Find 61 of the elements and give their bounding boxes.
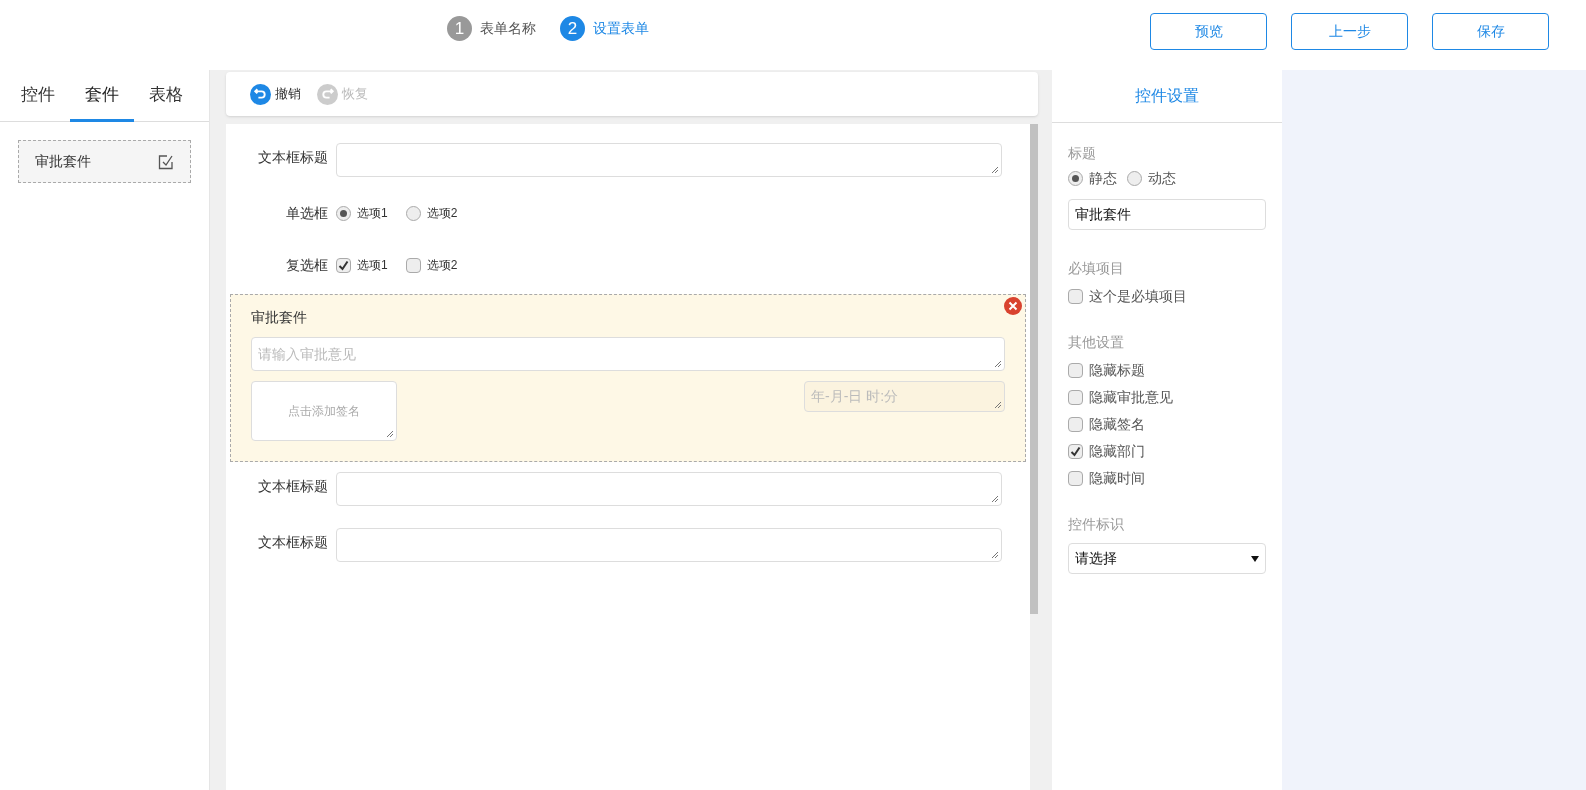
undo-button[interactable]: 撤销 bbox=[250, 83, 301, 105]
option-label: 隐藏标题 bbox=[1089, 361, 1145, 380]
field-label: 文本框标题 bbox=[257, 148, 328, 167]
resize-handle-icon[interactable] bbox=[991, 166, 998, 173]
tab[interactable]: 控件 bbox=[6, 70, 70, 122]
checkbox[interactable] bbox=[1068, 417, 1083, 432]
step-number: 2 bbox=[560, 16, 585, 41]
identifier-select[interactable]: 请选择 bbox=[1068, 543, 1266, 574]
kit-item[interactable]: 审批套件 bbox=[18, 140, 191, 183]
resize-handle-icon[interactable] bbox=[994, 360, 1001, 367]
resize-handle-icon[interactable] bbox=[386, 430, 393, 437]
section-label: 控件标识 bbox=[1068, 515, 1125, 534]
option-label: 隐藏签名 bbox=[1089, 415, 1145, 434]
kit-title: 审批套件 bbox=[251, 308, 308, 327]
dropdown-icon bbox=[1251, 555, 1259, 562]
step-label: 表单名称 bbox=[480, 19, 536, 38]
resize-handle-icon[interactable] bbox=[994, 401, 1001, 408]
section-label: 必填项目 bbox=[1068, 259, 1125, 278]
resize-handle-icon[interactable] bbox=[991, 495, 998, 502]
delete-icon[interactable] bbox=[1004, 297, 1022, 315]
radio-button[interactable] bbox=[336, 205, 351, 221]
checkbox[interactable] bbox=[1068, 444, 1083, 459]
option-label: 静态 bbox=[1089, 169, 1117, 188]
option-label: 隐藏部门 bbox=[1089, 442, 1145, 461]
scrollbar-thumb[interactable] bbox=[1030, 124, 1038, 614]
field-label: 复选框 bbox=[285, 256, 328, 275]
field-label: 文本框标题 bbox=[257, 477, 328, 496]
title-input[interactable]: 审批套件 bbox=[1068, 199, 1266, 230]
option-label: 选项1 bbox=[357, 205, 388, 222]
field-label: 单选框 bbox=[285, 204, 328, 223]
option-label: 这个是必填项目 bbox=[1089, 287, 1187, 306]
checkbox[interactable] bbox=[1068, 363, 1083, 378]
option-label: 选项2 bbox=[426, 257, 458, 274]
action-button[interactable]: 预览 bbox=[1150, 13, 1267, 50]
edit-icon bbox=[158, 153, 174, 170]
section-label: 其他设置 bbox=[1068, 333, 1125, 352]
panel-title: 控件设置 bbox=[1135, 86, 1199, 106]
option-label: 隐藏审批意见 bbox=[1089, 388, 1173, 407]
kit-label: 审批套件 bbox=[35, 152, 91, 171]
tab[interactable]: 表格 bbox=[134, 70, 198, 122]
checkbox[interactable] bbox=[336, 257, 351, 273]
checkbox[interactable] bbox=[1068, 289, 1083, 304]
checkbox[interactable] bbox=[1068, 471, 1083, 486]
radio-button[interactable] bbox=[405, 205, 421, 221]
section-label: 标题 bbox=[1068, 144, 1097, 163]
option-label: 选项2 bbox=[426, 205, 458, 222]
kit-block[interactable]: 审批套件 请输入审批意见 点击添加签名 年-月-日 时:分 bbox=[230, 294, 1026, 462]
step-number: 1 bbox=[447, 16, 472, 41]
checkbox[interactable] bbox=[405, 257, 421, 273]
option-label: 动态 bbox=[1148, 169, 1176, 188]
checkbox[interactable] bbox=[1068, 390, 1083, 405]
option-label: 隐藏时间 bbox=[1089, 469, 1145, 488]
radio-button[interactable] bbox=[1127, 171, 1142, 186]
option-label: 选项1 bbox=[357, 257, 388, 274]
step-label: 设置表单 bbox=[593, 19, 649, 38]
resize-handle-icon[interactable] bbox=[991, 551, 998, 558]
tab[interactable]: 套件 bbox=[70, 70, 134, 122]
radio-button[interactable] bbox=[1068, 171, 1083, 186]
action-button[interactable]: 保存 bbox=[1432, 13, 1549, 50]
field-label: 文本框标题 bbox=[257, 533, 328, 552]
action-button[interactable]: 上一步 bbox=[1291, 13, 1408, 50]
